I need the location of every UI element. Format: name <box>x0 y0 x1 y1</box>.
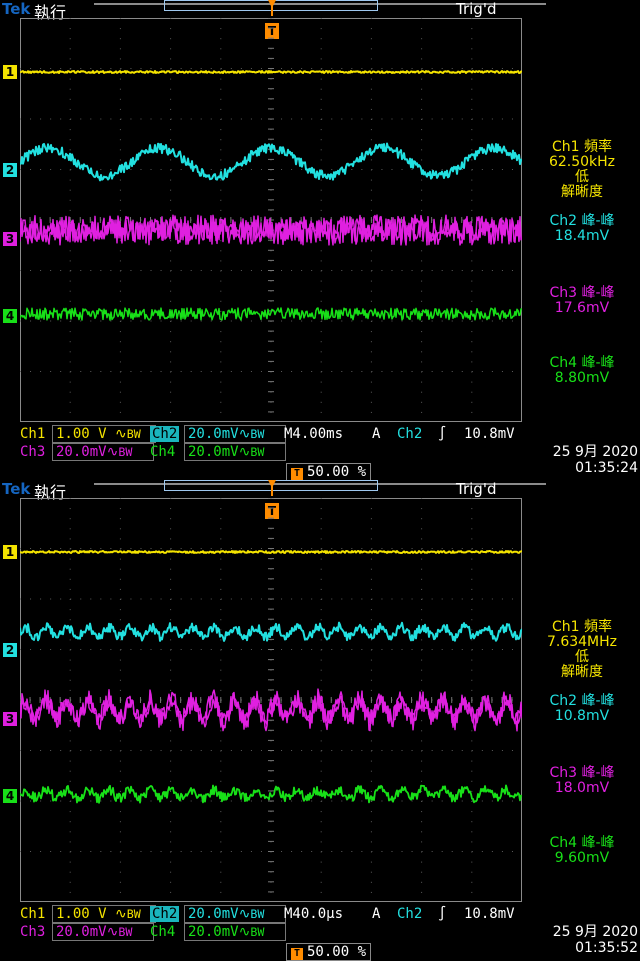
trigger-mode[interactable]: A <box>372 426 380 442</box>
measurement-value: 18.4mV <box>554 228 610 244</box>
measurement-value: 7.634MHz <box>546 634 618 650</box>
channel-settings-bar: Ch1 1.00 V ∿BW Ch2 20.0mV∿BW M4.00ms A C… <box>0 424 640 481</box>
timestamp: 25 9月 2020 01:35:24 <box>538 444 638 476</box>
ch2-label[interactable]: Ch2 <box>150 906 180 922</box>
status-bar: Tek 執行 Trig'd <box>0 480 640 502</box>
channel-settings-bar: Ch1 1.00 V ∿BW Ch2 20.0mV∿BW M40.0µs A C… <box>0 904 640 961</box>
trigger-slope-icon: ∫ <box>438 426 447 442</box>
measurement-value: 9.60mV <box>554 850 610 866</box>
time-readout: 01:35:52 <box>575 940 638 956</box>
ch4-ground-marker[interactable]: 4 <box>3 789 17 803</box>
ch1-label[interactable]: Ch1 <box>20 426 45 442</box>
trigger-source[interactable]: Ch2 <box>397 426 422 442</box>
measurement-ch4: Ch4 峰-峰 8.80mV <box>524 356 640 386</box>
trigger-level[interactable]: 10.8mV <box>464 426 515 442</box>
trigger-status: Trig'd <box>456 0 497 18</box>
trigger-position-readout[interactable]: T 50.00 % <box>286 463 372 481</box>
ch1-ground-marker[interactable]: 1 <box>3 545 17 559</box>
measurement-note: 解晰度 <box>561 664 603 680</box>
measurement-ch1: Ch1 頻率 62.50kHz 低 解晰度 <box>524 140 640 200</box>
ch1-label[interactable]: Ch1 <box>20 906 45 922</box>
measurement-value: 17.6mV <box>554 300 610 316</box>
measurement-note: 低 <box>575 169 589 185</box>
ch3-ground-marker[interactable]: 3 <box>3 232 17 246</box>
brand-logo: Tek <box>2 480 31 498</box>
trigger-icon: T <box>291 468 303 480</box>
measurement-label: Ch2 峰-峰 <box>549 213 615 229</box>
measurement-note: 低 <box>575 649 589 665</box>
ch3-label[interactable]: Ch3 <box>20 444 45 460</box>
ch1-scale[interactable]: 1.00 V ∿BW <box>52 905 156 923</box>
trigger-position-icon <box>268 0 276 16</box>
status-bar: Tek 執行 Trig'd <box>0 0 640 22</box>
measurement-ch4: Ch4 峰-峰 9.60mV <box>524 836 640 866</box>
measurement-label: Ch4 峰-峰 <box>549 355 615 371</box>
ch2-scale[interactable]: 20.0mV∿BW <box>184 425 286 443</box>
timestamp: 25 9月 2020 01:35:52 <box>538 924 638 956</box>
measurement-note: 解晰度 <box>561 184 603 200</box>
measurement-label: Ch3 峰-峰 <box>549 285 615 301</box>
measurement-label: Ch2 峰-峰 <box>549 693 615 709</box>
ch1-scale[interactable]: 1.00 V ∿BW <box>52 425 156 443</box>
waveform-graticule <box>20 498 522 902</box>
scope-screen-1: Tek 執行 Trig'd T 1 2 3 4 Ch1 頻率 62.50kHz … <box>0 0 640 481</box>
measurement-label: Ch1 頻率 <box>551 619 612 635</box>
ch4-trace <box>20 307 522 321</box>
ch1-trace <box>20 70 522 74</box>
brand-logo: Tek <box>2 0 31 18</box>
waveform-traces <box>20 550 522 804</box>
ch2-scale[interactable]: 20.0mV∿BW <box>184 905 286 923</box>
trigger-source[interactable]: Ch2 <box>397 906 422 922</box>
measurement-ch2: Ch2 峰-峰 10.8mV <box>524 694 640 724</box>
trigger-icon: T <box>291 948 303 960</box>
measurement-value: 10.8mV <box>554 708 610 724</box>
ch2-ground-marker[interactable]: 2 <box>3 163 17 177</box>
date-readout: 25 9月 2020 <box>552 924 638 940</box>
ch3-scale[interactable]: 20.0mV∿BW <box>52 443 154 461</box>
trigger-level[interactable]: 10.8mV <box>464 906 515 922</box>
ch3-label[interactable]: Ch3 <box>20 924 45 940</box>
ch1-trace <box>20 550 522 554</box>
trigger-mode[interactable]: A <box>372 906 380 922</box>
trigger-position-icon <box>268 480 276 496</box>
ch2-ground-marker[interactable]: 2 <box>3 643 17 657</box>
ch2-trace <box>20 142 522 182</box>
ch1-ground-marker[interactable]: 1 <box>3 65 17 79</box>
date-readout: 25 9月 2020 <box>552 444 638 460</box>
trigger-slope-icon: ∫ <box>438 906 447 922</box>
ch2-trace <box>20 621 522 642</box>
ch4-trace <box>20 784 522 804</box>
measurement-ch3: Ch3 峰-峰 17.6mV <box>524 286 640 316</box>
trigger-position-readout[interactable]: T 50.00 % <box>286 943 372 961</box>
measurement-value: 18.0mV <box>554 780 610 796</box>
measurement-label: Ch4 峰-峰 <box>549 835 615 851</box>
measurement-label: Ch1 頻率 <box>551 139 612 155</box>
measurement-ch2: Ch2 峰-峰 18.4mV <box>524 214 640 244</box>
timebase[interactable]: M40.0µs <box>284 906 343 922</box>
ch4-label[interactable]: Ch4 <box>150 924 175 940</box>
scope-screen-2: Tek 執行 Trig'd T 1 2 3 4 Ch1 頻率 7.634MHz … <box>0 480 640 961</box>
measurement-ch1: Ch1 頻率 7.634MHz 低 解晰度 <box>524 620 640 680</box>
measurement-label: Ch3 峰-峰 <box>549 765 615 781</box>
measurement-value: 62.50kHz <box>548 154 616 170</box>
trigger-status: Trig'd <box>456 480 497 498</box>
ch4-ground-marker[interactable]: 4 <box>3 309 17 323</box>
ch3-ground-marker[interactable]: 3 <box>3 712 17 726</box>
time-readout: 01:35:24 <box>575 460 638 476</box>
ch2-label[interactable]: Ch2 <box>150 426 180 442</box>
waveform-graticule <box>20 18 522 422</box>
ch4-scale[interactable]: 20.0mV∿BW <box>184 443 286 461</box>
timebase[interactable]: M4.00ms <box>284 426 343 442</box>
measurement-ch3: Ch3 峰-峰 18.0mV <box>524 766 640 796</box>
measurement-value: 8.80mV <box>554 370 610 386</box>
ch3-scale[interactable]: 20.0mV∿BW <box>52 923 154 941</box>
ch4-label[interactable]: Ch4 <box>150 444 175 460</box>
waveform-traces <box>20 70 522 321</box>
ch4-scale[interactable]: 20.0mV∿BW <box>184 923 286 941</box>
